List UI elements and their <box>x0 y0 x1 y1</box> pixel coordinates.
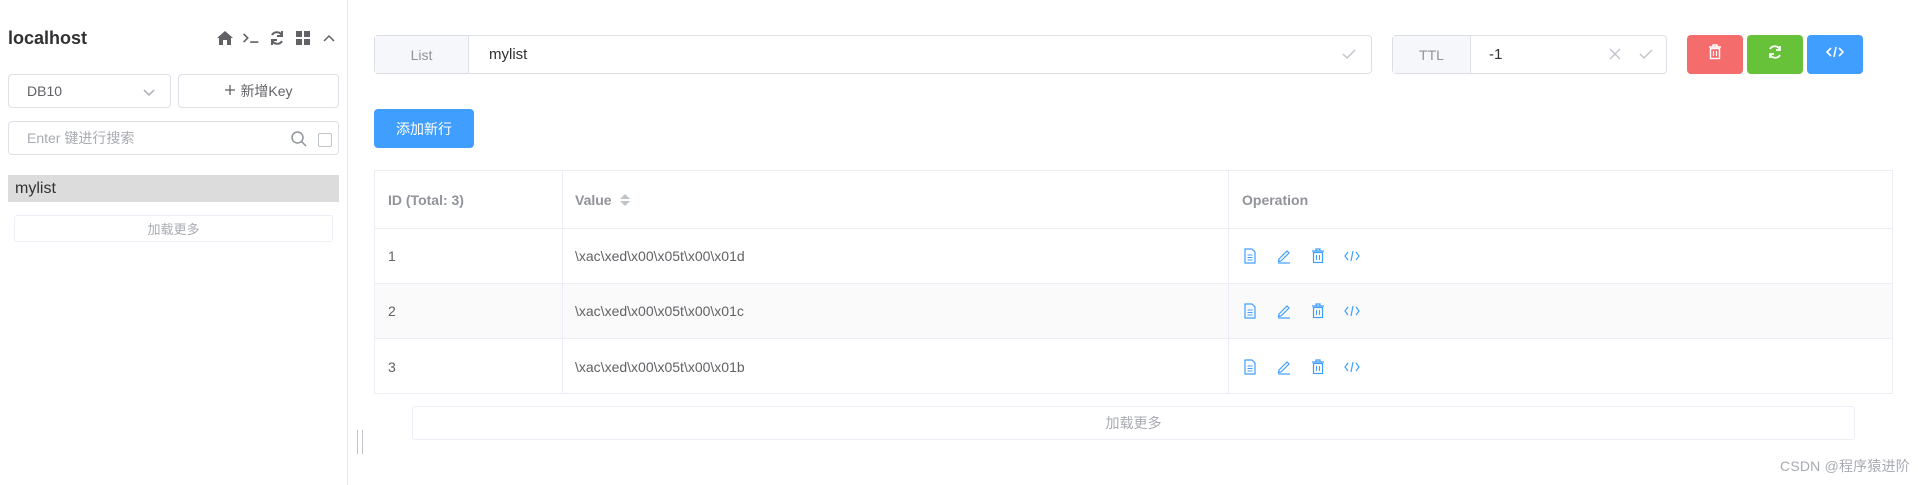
edit-icon[interactable] <box>1276 303 1292 319</box>
add-row-label: 添加新行 <box>396 120 452 137</box>
exact-match-checkbox[interactable] <box>318 133 332 147</box>
new-key-button[interactable]: 新增Key <box>178 74 339 108</box>
code-icon <box>1825 45 1845 64</box>
row-operations <box>1229 339 1892 394</box>
delete-icon[interactable] <box>1310 358 1326 375</box>
plus-icon <box>224 83 236 99</box>
row-id: 3 <box>375 339 563 394</box>
db-select[interactable]: DB10 <box>8 74 171 108</box>
new-key-label: 新增Key <box>240 83 293 99</box>
refresh-key-button[interactable] <box>1747 35 1803 74</box>
value-column-header[interactable]: Value <box>563 171 1229 228</box>
sort-icon[interactable] <box>619 193 630 206</box>
table-row: 2 \xac\xed\x00\x05t\x00\x01c <box>375 284 1892 339</box>
check-icon[interactable] <box>1341 47 1357 65</box>
key-list-item[interactable]: mylist <box>8 175 339 202</box>
ttl-input[interactable]: -1 <box>1471 36 1666 73</box>
row-operations <box>1229 229 1892 283</box>
close-icon[interactable] <box>1608 47 1622 65</box>
delete-key-button[interactable] <box>1687 35 1743 74</box>
terminal-icon[interactable] <box>242 29 260 47</box>
key-name-input[interactable]: mylist <box>469 36 1371 73</box>
row-id: 2 <box>375 284 563 338</box>
operation-column-header: Operation <box>1242 191 1309 208</box>
ttl-value: -1 <box>1489 46 1503 63</box>
chevron-down-icon <box>142 85 156 101</box>
connection-name[interactable]: localhost <box>8 28 87 49</box>
document-icon[interactable] <box>1242 303 1258 319</box>
table-load-more-label: 加载更多 <box>1105 415 1162 431</box>
edit-icon[interactable] <box>1276 248 1292 264</box>
home-icon[interactable] <box>216 29 234 47</box>
key-search-input[interactable]: Enter 键进行搜索 <box>8 121 339 155</box>
ttl-label: TTL <box>1393 36 1471 73</box>
connection-toolbar <box>216 29 338 47</box>
row-id: 1 <box>375 229 563 283</box>
db-select-value: DB10 <box>27 83 63 99</box>
row-value: \xac\xed\x00\x05t\x00\x01b <box>563 339 1229 394</box>
row-operations <box>1229 284 1892 338</box>
key-name-value: mylist <box>489 46 528 63</box>
watermark: CSDN @程序猿进阶 <box>1780 458 1910 474</box>
sidebar-load-more-button[interactable]: 加载更多 <box>14 215 333 242</box>
value-column-label: Value <box>575 191 612 208</box>
check-icon[interactable] <box>1638 47 1654 65</box>
table-header: ID (Total: 3) Value Operation <box>375 171 1892 229</box>
sidebar-load-more-label: 加载更多 <box>147 222 200 237</box>
refresh-icon[interactable] <box>268 29 286 47</box>
chevron-up-icon[interactable] <box>320 29 338 47</box>
search-icon[interactable] <box>290 130 308 151</box>
table-row: 3 \xac\xed\x00\x05t\x00\x01b <box>375 339 1892 394</box>
key-list-item-label: mylist <box>15 179 56 197</box>
grid-icon[interactable] <box>294 29 312 47</box>
sidebar: localhost DB10 新增Key Enter 键进行搜索 mylist … <box>0 0 348 485</box>
search-placeholder: Enter 键进行搜索 <box>27 130 135 146</box>
code-icon[interactable] <box>1344 248 1360 264</box>
refresh-icon <box>1767 44 1783 65</box>
trash-icon <box>1708 44 1722 65</box>
document-icon[interactable] <box>1242 248 1258 264</box>
delete-icon[interactable] <box>1310 303 1326 319</box>
key-name-group: List mylist <box>374 35 1372 74</box>
code-icon[interactable] <box>1344 359 1360 375</box>
view-code-button[interactable] <box>1807 35 1863 74</box>
delete-icon[interactable] <box>1310 248 1326 264</box>
ttl-group: TTL -1 <box>1392 35 1667 74</box>
id-column-header: ID (Total: 3) <box>375 171 563 228</box>
key-type-label: List <box>375 36 469 73</box>
table-load-more-button[interactable]: 加载更多 <box>412 406 1855 440</box>
list-table: ID (Total: 3) Value Operation 1 \xac\xed… <box>374 170 1893 394</box>
code-icon[interactable] <box>1344 303 1360 319</box>
table-row: 1 \xac\xed\x00\x05t\x00\x01d <box>375 229 1892 284</box>
document-icon[interactable] <box>1242 358 1258 375</box>
resize-handle[interactable] <box>357 430 363 454</box>
row-value: \xac\xed\x00\x05t\x00\x01d <box>563 229 1229 283</box>
edit-icon[interactable] <box>1276 359 1292 375</box>
connection-header: localhost <box>8 24 340 52</box>
row-value: \xac\xed\x00\x05t\x00\x01c <box>563 284 1229 338</box>
add-row-button[interactable]: 添加新行 <box>374 109 474 148</box>
